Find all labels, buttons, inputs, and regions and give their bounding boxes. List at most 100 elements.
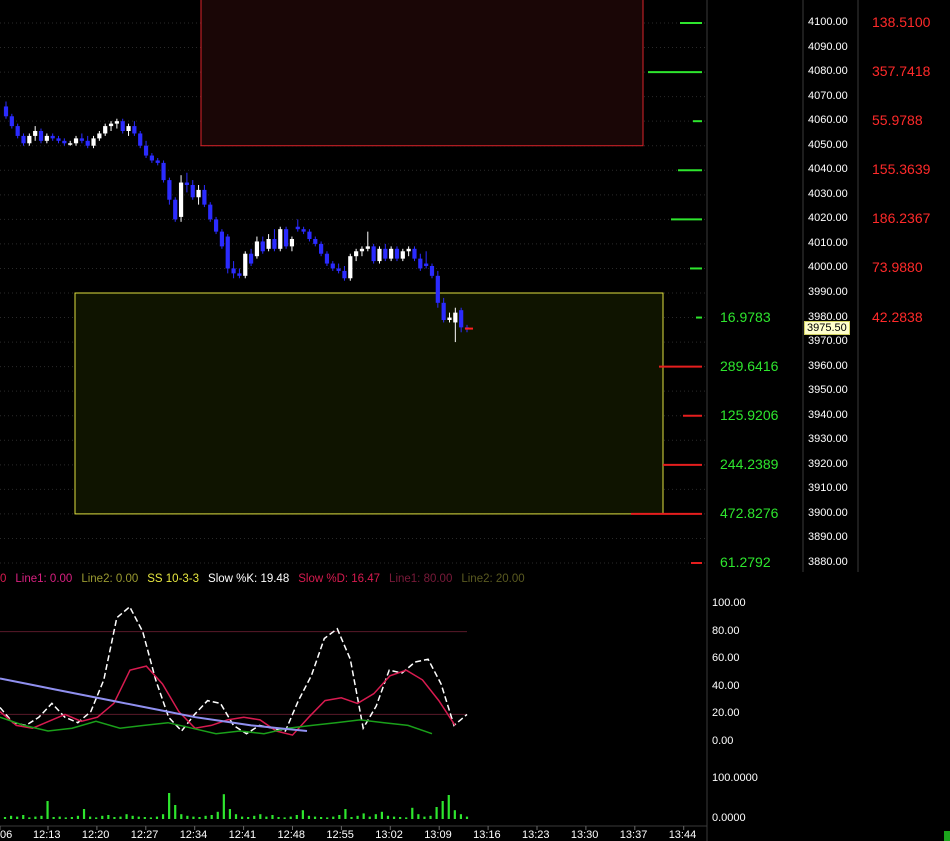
- price-tick: 3960.00: [808, 359, 848, 372]
- price-tick: 3940.00: [808, 408, 848, 421]
- osc-tick: 40.00: [712, 679, 740, 692]
- candle-body: [138, 133, 143, 146]
- candle-body: [459, 310, 464, 328]
- candle-body: [155, 160, 160, 163]
- time-tick: 13:44: [668, 829, 697, 841]
- price-tick: 4020.00: [808, 212, 848, 225]
- zone-demand: [74, 292, 664, 515]
- time-tick: 13:02: [375, 829, 403, 841]
- price-tick: 3910.00: [808, 482, 848, 495]
- bid-label: 16.9783: [720, 308, 771, 325]
- price-tick: 3930.00: [808, 433, 848, 446]
- time-tick: 12:41: [228, 829, 257, 841]
- candle-body: [9, 116, 14, 127]
- candle-body: [243, 253, 248, 276]
- osc-tick: 100.00: [712, 597, 746, 609]
- trading-chart[interactable]: 4110.00 4100.00 4090.00 4080.00 4070.00 4060.…: [0, 0, 950, 841]
- ask-label: 138.5100: [872, 14, 931, 30]
- bid-label: 472.8276: [720, 504, 779, 521]
- candle-body: [272, 239, 277, 249]
- candle-body: [313, 239, 318, 244]
- time-tick: 12:48: [277, 829, 306, 841]
- price-zones: [74, 0, 664, 515]
- volume-tick: 0.0000: [712, 812, 746, 824]
- time-tick: 13:09: [424, 829, 452, 841]
- candle-body: [354, 251, 359, 257]
- candle-body: [219, 231, 225, 247]
- indicator-label: Slow %K: 19.48: [208, 573, 290, 585]
- candle-body: [371, 246, 376, 262]
- time-tick: 13:23: [522, 829, 550, 841]
- candle-body: [97, 133, 102, 139]
- candle-body: [383, 248, 388, 259]
- candle-body: [424, 263, 429, 266]
- candle-body: [406, 248, 411, 252]
- candle-body: [38, 131, 44, 141]
- candle-body: [73, 138, 79, 144]
- candle-body: [365, 246, 370, 249]
- candle-body: [161, 162, 166, 181]
- price-tick: 4070.00: [808, 89, 848, 102]
- candle-body: [394, 248, 400, 259]
- candle-body: [453, 312, 458, 323]
- indicator-label: Line1: 0.00: [15, 573, 73, 585]
- candle-body: [15, 126, 20, 136]
- price-tick: 4000.00: [808, 261, 848, 274]
- candle-body: [108, 123, 114, 127]
- bid-label: 289.6416: [720, 357, 779, 374]
- candle-body: [359, 248, 365, 252]
- price-tick: 3890.00: [808, 531, 848, 544]
- indicator-label: SS 10-3-3: [147, 573, 200, 585]
- candle-body: [44, 135, 49, 141]
- zone-supply: [200, 0, 644, 147]
- volume-tick: 100.0000: [712, 772, 758, 784]
- candle-body: [3, 106, 9, 117]
- osc-tick: 0.00: [712, 735, 734, 747]
- candle-body: [62, 140, 67, 144]
- stochastic-oscillator: [0, 605, 468, 736]
- candle-body: [33, 131, 38, 136]
- candle-body: [143, 145, 149, 156]
- candle-body: [91, 138, 96, 146]
- time-tick: 12:27: [130, 829, 159, 841]
- candle-body: [149, 155, 154, 161]
- bid-label: 125.9206: [720, 406, 779, 423]
- price-tick: 4080.00: [808, 65, 848, 78]
- candle-body: [196, 189, 201, 198]
- candle-body: [85, 140, 90, 146]
- price-tick: 4040.00: [808, 163, 848, 176]
- candle-body: [27, 135, 32, 144]
- candle-body: [418, 258, 423, 269]
- candle-body: [213, 219, 219, 232]
- candle-body: [278, 229, 283, 249]
- candle-body: [178, 182, 184, 217]
- volume-histogram: [3, 793, 469, 819]
- candle-body: [208, 204, 213, 220]
- ask-label: 186.2367: [872, 210, 931, 227]
- candle-body: [289, 239, 295, 247]
- price-tick: 4100.00: [808, 16, 848, 28]
- candle-body: [324, 253, 330, 264]
- candle-body: [231, 268, 236, 274]
- corner-marker: [944, 831, 950, 841]
- price-tick: 4060.00: [808, 114, 848, 127]
- candle-body: [348, 256, 353, 279]
- candle-body: [237, 273, 242, 276]
- time-tick: 13:37: [619, 829, 648, 841]
- bid-label: 244.2389: [720, 455, 779, 472]
- time-tick: 12:13: [33, 829, 61, 841]
- candle-body: [330, 263, 335, 269]
- price-tick: 4090.00: [808, 40, 848, 53]
- candle-body: [447, 317, 452, 320]
- time-tick: 06: [0, 829, 13, 841]
- candle-body: [435, 275, 440, 303]
- price-tick: 3950.00: [808, 384, 848, 397]
- price-tick: 4110.00: [808, 0, 847, 3]
- candle-body: [132, 126, 137, 134]
- osc-tick: 20.00: [712, 707, 740, 720]
- candle-body: [167, 180, 172, 200]
- time-tick: 12:55: [326, 829, 354, 841]
- candle-body: [319, 243, 324, 254]
- candle-body: [126, 126, 131, 131]
- current-price-label: 3975.50: [804, 321, 850, 335]
